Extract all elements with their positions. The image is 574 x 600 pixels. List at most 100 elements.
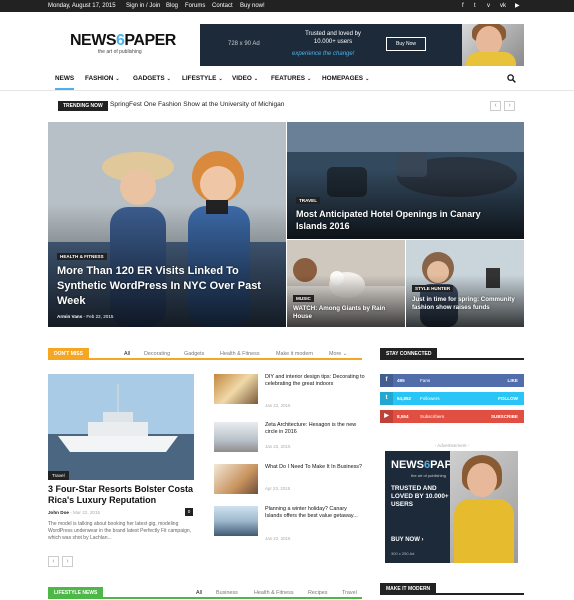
make-it-modern-header: MAKE IT MODERN [380,583,524,595]
vimeo-icon[interactable]: v [487,0,490,12]
subscribe-button[interactable]: SUBSCRIBE [491,410,518,423]
nav-homepages[interactable]: HOMEPAGES ⌄ [322,70,369,90]
logo-paper: PAPER [124,32,176,49]
search-icon[interactable] [507,74,516,83]
fans-count: 495 [397,378,405,383]
featured-main-title[interactable]: More Than 120 ER Visits Linked To Synthe… [57,264,267,309]
ad-model-photo [450,451,518,563]
dont-miss-main-image[interactable]: Travel [48,374,194,480]
list-item[interactable]: Zeta Architecture: Hexagon is the new ci… [214,422,364,456]
featured-travel-title[interactable]: Most Anticipated Hotel Openings in Canar… [296,208,496,232]
featured-style-title[interactable]: Just in time for spring: Community fashi… [412,296,520,312]
post-author[interactable]: Armin Vans [57,314,82,319]
nav-label: FEATURES [271,75,305,82]
main-navigation: NEWS FASHION ⌄ GADGETS ⌄ LIFESTYLE ⌄ VIDEO ⌄… [48,70,524,90]
dont-miss-header: DON'T MISS [48,348,362,360]
nav-label: GADGETS [133,75,165,82]
subscribers-count: 8,554 [397,414,409,419]
ad-size-label: 300 x 250 Ad [391,551,415,556]
tab-all[interactable]: All [124,351,130,357]
tab-gadgets[interactable]: Gadgets [184,351,204,357]
like-button[interactable]: LIKE [508,374,518,387]
category-badge[interactable]: Travel [48,471,69,480]
dont-miss-label: DON'T MISS [48,348,89,360]
list-item-title[interactable]: Planning a winter holiday? Canary Island… [265,506,365,520]
tab-recipes[interactable]: Recipes [308,590,327,596]
dont-miss-next-button[interactable]: › [62,556,73,567]
post-author[interactable]: John Doe [48,510,69,515]
nav-label: NEWS [55,75,75,82]
tab-all[interactable]: All [196,590,202,596]
trending-prev-button[interactable]: ‹ [490,101,501,111]
post-thumbnail[interactable] [214,422,258,452]
ad-tagline: experience the change! [292,51,355,57]
forums-link[interactable]: Forums [185,0,205,12]
twitter-followers-row[interactable]: t 54,862 Followers FOLLOW [380,392,524,405]
post-date: Mar 22, 2015 [73,510,101,515]
header-advertisement[interactable]: 728 x 90 Ad Trusted and loved by 10.000+… [200,24,524,66]
featured-music-title[interactable]: WATCH: Among Giants by Rain House [293,305,403,321]
category-badge[interactable]: STYLE HUNTER [412,285,454,292]
follow-button[interactable]: FOLLOW [498,392,518,405]
featured-main-post[interactable]: HEALTH & FITNESS More Than 120 ER Visits… [48,122,286,327]
sidebar-advertisement[interactable]: NEWS6PAPER the art of publishing TRUSTED… [385,451,518,563]
post-thumbnail[interactable] [214,464,258,494]
list-item[interactable]: Planning a winter holiday? Canary Island… [214,506,365,541]
nav-features[interactable]: FEATURES ⌄ [271,70,311,90]
tab-decorating[interactable]: Decorating [144,351,170,357]
nav-lifestyle[interactable]: LIFESTYLE ⌄ [182,70,223,90]
post-thumbnail[interactable] [214,506,258,536]
featured-post-travel[interactable]: TRAVEL Most Anticipated Hotel Openings i… [287,122,524,239]
chevron-down-icon: ⌄ [115,76,120,82]
contact-link[interactable]: Contact [212,0,233,12]
post-excerpt: The model is talking about booking her l… [48,521,192,542]
facebook-fans-row[interactable]: f 495 Fans LIKE [380,374,524,387]
twitter-icon[interactable]: t [474,0,476,12]
vk-icon[interactable]: vk [500,0,506,12]
nav-fashion[interactable]: FASHION ⌄ [85,70,120,90]
tab-make-it-modern[interactable]: Make it modern [276,351,313,357]
facebook-icon: f [380,374,393,387]
ad-buy-now-button[interactable]: Buy Now [386,37,427,51]
category-badge[interactable]: TRAVEL [296,197,321,204]
ad-buy-now-button[interactable]: BUY NOW › [391,537,424,543]
tab-more[interactable]: More ⌄ [329,351,347,357]
trending-headline[interactable]: SpringFest One Fashion Show at the Unive… [110,101,284,108]
list-item-title[interactable]: What Do I Need To Make It In Business? [265,464,365,471]
comment-count[interactable]: 0 [185,508,193,516]
buy-now-link[interactable]: Buy now! [240,0,265,12]
tab-business[interactable]: Business [216,590,238,596]
featured-post-style[interactable]: STYLE HUNTER Just in time for spring: Co… [406,240,524,327]
tab-travel[interactable]: Travel [342,590,357,596]
make-it-modern-label: MAKE IT MODERN [380,583,437,595]
list-item[interactable]: What Do I Need To Make It In Business? A… [214,464,364,498]
chevron-down-icon: ⌄ [342,351,348,357]
dont-miss-prev-button[interactable]: ‹ [48,556,59,567]
chevron-down-icon: ⌄ [306,76,312,82]
tab-health-fitness[interactable]: Health & Fitness [254,590,294,596]
trending-next-button[interactable]: › [504,101,515,111]
nav-label: FASHION [85,75,114,82]
subscribers-label: Subscribers [420,414,445,419]
post-thumbnail[interactable] [214,374,258,404]
list-item-title[interactable]: DIY and interior design tips: Decorating… [265,374,365,388]
blog-link[interactable]: Blog [166,0,178,12]
category-badge[interactable]: HEALTH & FITNESS [57,253,107,260]
list-item-title[interactable]: Zeta Architecture: Hexagon is the new ci… [265,422,365,436]
followers-count: 54,862 [397,396,412,401]
dont-miss-main-title[interactable]: 3 Four-Star Resorts Bolster Costa Rica's… [48,484,196,506]
list-item[interactable]: DIY and interior design tips: Decorating… [214,374,365,408]
sign-in-link[interactable]: Sign in / Join [126,0,160,12]
category-badge[interactable]: MUSIC [293,295,314,302]
youtube-icon[interactable]: ▶ [515,0,520,12]
list-item-date: Apr 23, 2015 [265,486,291,491]
nav-gadgets[interactable]: GADGETS ⌄ [133,70,171,90]
featured-post-music[interactable]: MUSIC WATCH: Among Giants by Rain House [287,240,405,327]
nav-video[interactable]: VIDEO ⌄ [232,70,258,90]
youtube-subscribers-row[interactable]: ▶ 8,554 Subscribers SUBSCRIBE [380,410,524,423]
nav-news[interactable]: NEWS [55,70,75,90]
facebook-icon[interactable]: f [462,0,464,12]
tab-health-fitness[interactable]: Health & Fitness [220,351,260,357]
nav-label: VIDEO [232,75,252,82]
site-logo[interactable]: NEWS6PAPER the art of publishing [70,32,180,62]
